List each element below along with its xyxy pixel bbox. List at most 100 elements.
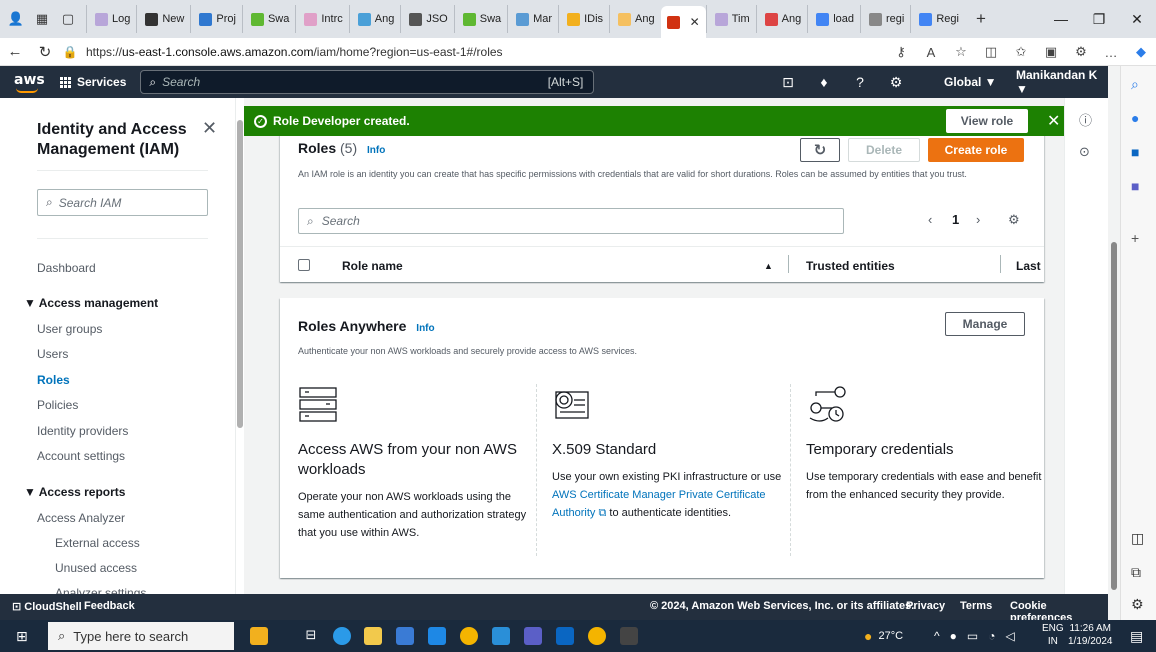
workspaces-icon[interactable]: ▦ (34, 11, 50, 27)
roles-search-input[interactable]: ⌕ Search (298, 208, 844, 234)
file-explorer-icon[interactable] (364, 627, 382, 645)
browser-tab-after-4[interactable]: Regi (910, 5, 965, 33)
key-icon[interactable]: ⚷ (886, 44, 916, 60)
sidebar-section-access-reports[interactable]: ▼ Access reports (24, 485, 125, 499)
browser-tab-after-0[interactable]: Tim (705, 5, 756, 33)
next-page-icon[interactable]: › (976, 212, 980, 227)
taskbar-search-input[interactable]: ⌕ Type here to search (48, 622, 234, 650)
sidebar-settings-icon[interactable]: ⚙ (1131, 596, 1144, 613)
browser-tab-after-1[interactable]: Ang (755, 5, 808, 33)
open-external-icon[interactable]: ⧉ (1131, 564, 1141, 581)
sidebar-item-analyzer-settings[interactable]: Analyzer settings (55, 586, 146, 594)
terms-link[interactable]: Terms (960, 600, 992, 612)
sidebar-item-user-groups[interactable]: User groups (37, 322, 102, 336)
outlook-icon[interactable]: ■ (1131, 144, 1139, 160)
browser-tab-6[interactable]: JSO (400, 5, 453, 33)
browser-tab-3[interactable]: Swa (241, 5, 295, 33)
manage-button[interactable]: Manage (945, 312, 1025, 336)
browser-tab-8[interactable]: Mar (507, 5, 558, 33)
browser-tab-4[interactable]: Intrc (295, 5, 348, 33)
sidebar-item-unused-access[interactable]: Unused access (55, 561, 137, 575)
refresh-icon[interactable]: ↻ (30, 38, 60, 66)
store-icon[interactable] (396, 627, 414, 645)
prev-page-icon[interactable]: ‹ (928, 212, 932, 227)
clock[interactable]: 11:26 AM 1/19/2024 (1068, 622, 1113, 648)
table-settings-icon[interactable]: ⚙ (1008, 212, 1020, 228)
refresh-button[interactable]: ↻ (800, 138, 840, 162)
network-icon[interactable]: ◔ (988, 629, 995, 643)
sidebar-item-external-access[interactable]: External access (55, 536, 140, 550)
edge-icon[interactable] (333, 627, 351, 645)
col-last-activity[interactable]: Last (1016, 259, 1041, 273)
feedback-panel-icon[interactable]: ⊙ (1079, 144, 1090, 160)
teams-icon[interactable]: ■ (1131, 178, 1139, 194)
battery-icon[interactable]: ▭ (967, 629, 978, 643)
settings-gear-icon[interactable]: ⚙ (878, 74, 914, 91)
sidebar-section-access-management[interactable]: ▼ Access management (24, 296, 158, 310)
cloudshell-icon[interactable]: ⊡ (770, 74, 806, 91)
extensions-icon[interactable]: ⚙ (1066, 44, 1096, 60)
browser-tab-5[interactable]: Ang (348, 5, 401, 33)
sidebar-scrollbar[interactable] (236, 98, 244, 594)
services-menu[interactable]: Services (60, 75, 126, 89)
volume-icon[interactable]: ◁ (1005, 629, 1014, 643)
new-tab-icon[interactable]: + (973, 9, 989, 28)
sort-asc-icon[interactable]: ▲ (764, 261, 773, 271)
create-role-button[interactable]: Create role (928, 138, 1024, 162)
terminal-icon[interactable] (620, 627, 638, 645)
vscode-icon[interactable] (492, 627, 510, 645)
info-panel-icon[interactable]: ⓘ (1079, 110, 1092, 129)
copilot-icon[interactable]: ◆ (1126, 44, 1156, 60)
roles-info-link[interactable]: Info (367, 145, 385, 156)
collections-icon[interactable]: ▣ (1036, 44, 1066, 60)
tab-actions-icon[interactable]: ▢ (60, 11, 76, 27)
browser-tab-0[interactable]: Log (86, 5, 136, 33)
roles-anywhere-info-link[interactable]: Info (416, 323, 434, 334)
col-role-name[interactable]: Role name (342, 259, 403, 273)
aws-logo[interactable]: aws (14, 72, 54, 93)
sidebar-item-policies[interactable]: Policies (37, 398, 78, 412)
task-view-icon[interactable]: ⊟ (302, 627, 320, 645)
privacy-link[interactable]: Privacy (906, 600, 945, 612)
sidebar-item-account-settings[interactable]: Account settings (37, 449, 125, 463)
tray-chevron-icon[interactable]: ^ (934, 629, 940, 643)
chrome-icon[interactable] (588, 627, 606, 645)
profile-icon[interactable]: 👤 (8, 11, 24, 27)
taskbar-app-icon[interactable] (250, 627, 268, 645)
sidebar-search-input[interactable]: ⌕ Search IAM (37, 189, 208, 216)
browser-tab-1[interactable]: New (136, 5, 190, 33)
close-window-icon[interactable]: ✕ (1118, 0, 1156, 38)
sidebar-item-roles[interactable]: Roles (37, 373, 70, 387)
read-aloud-icon[interactable]: A (916, 45, 946, 60)
close-tab-icon[interactable]: ✕ (690, 15, 700, 29)
user-menu[interactable]: Manikandan K ▼ (1016, 66, 1108, 98)
mic-icon[interactable]: ● (950, 629, 957, 643)
search-icon[interactable]: ⌕ (1131, 76, 1139, 93)
feedback-link[interactable]: Feedback (84, 600, 135, 612)
copilot-sidebar-icon[interactable]: ● (1131, 110, 1139, 126)
more-icon[interactable]: … (1096, 45, 1126, 60)
region-selector[interactable]: Global ▼ (944, 66, 997, 98)
delete-button[interactable]: Delete (848, 138, 920, 162)
page-scrollbar[interactable] (1108, 66, 1120, 594)
browser-tab-2[interactable]: Proj (190, 5, 242, 33)
aws-search-input[interactable]: ⌕ Search [Alt+S] (140, 70, 595, 94)
cloudshell-link[interactable]: ⊡ CloudShell (12, 600, 82, 613)
dismiss-flash-icon[interactable]: ✕ (1047, 111, 1060, 131)
sidebar-item-users[interactable]: Users (37, 347, 68, 361)
notifications-center-icon[interactable]: ▤ (1130, 628, 1143, 645)
sidebar-item-access-analyzer[interactable]: Access Analyzer (37, 511, 125, 525)
lock-icon[interactable]: 🔒 (60, 38, 80, 66)
view-role-button[interactable]: View role (946, 109, 1028, 133)
mail-icon[interactable] (428, 627, 446, 645)
external-link-icon[interactable]: ⧉ (595, 507, 606, 519)
browser-tab-after-3[interactable]: regi (859, 5, 910, 33)
outlook-icon[interactable] (556, 627, 574, 645)
restore-icon[interactable]: ❐ (1080, 0, 1118, 38)
browser-tab-after-2[interactable]: load (807, 5, 860, 33)
select-all-checkbox[interactable] (298, 259, 310, 271)
page-number[interactable]: 1 (952, 212, 959, 227)
help-icon[interactable]: ? (842, 74, 878, 90)
chrome-icon[interactable] (460, 627, 478, 645)
favorite-star-icon[interactable]: ☆ (946, 44, 976, 60)
